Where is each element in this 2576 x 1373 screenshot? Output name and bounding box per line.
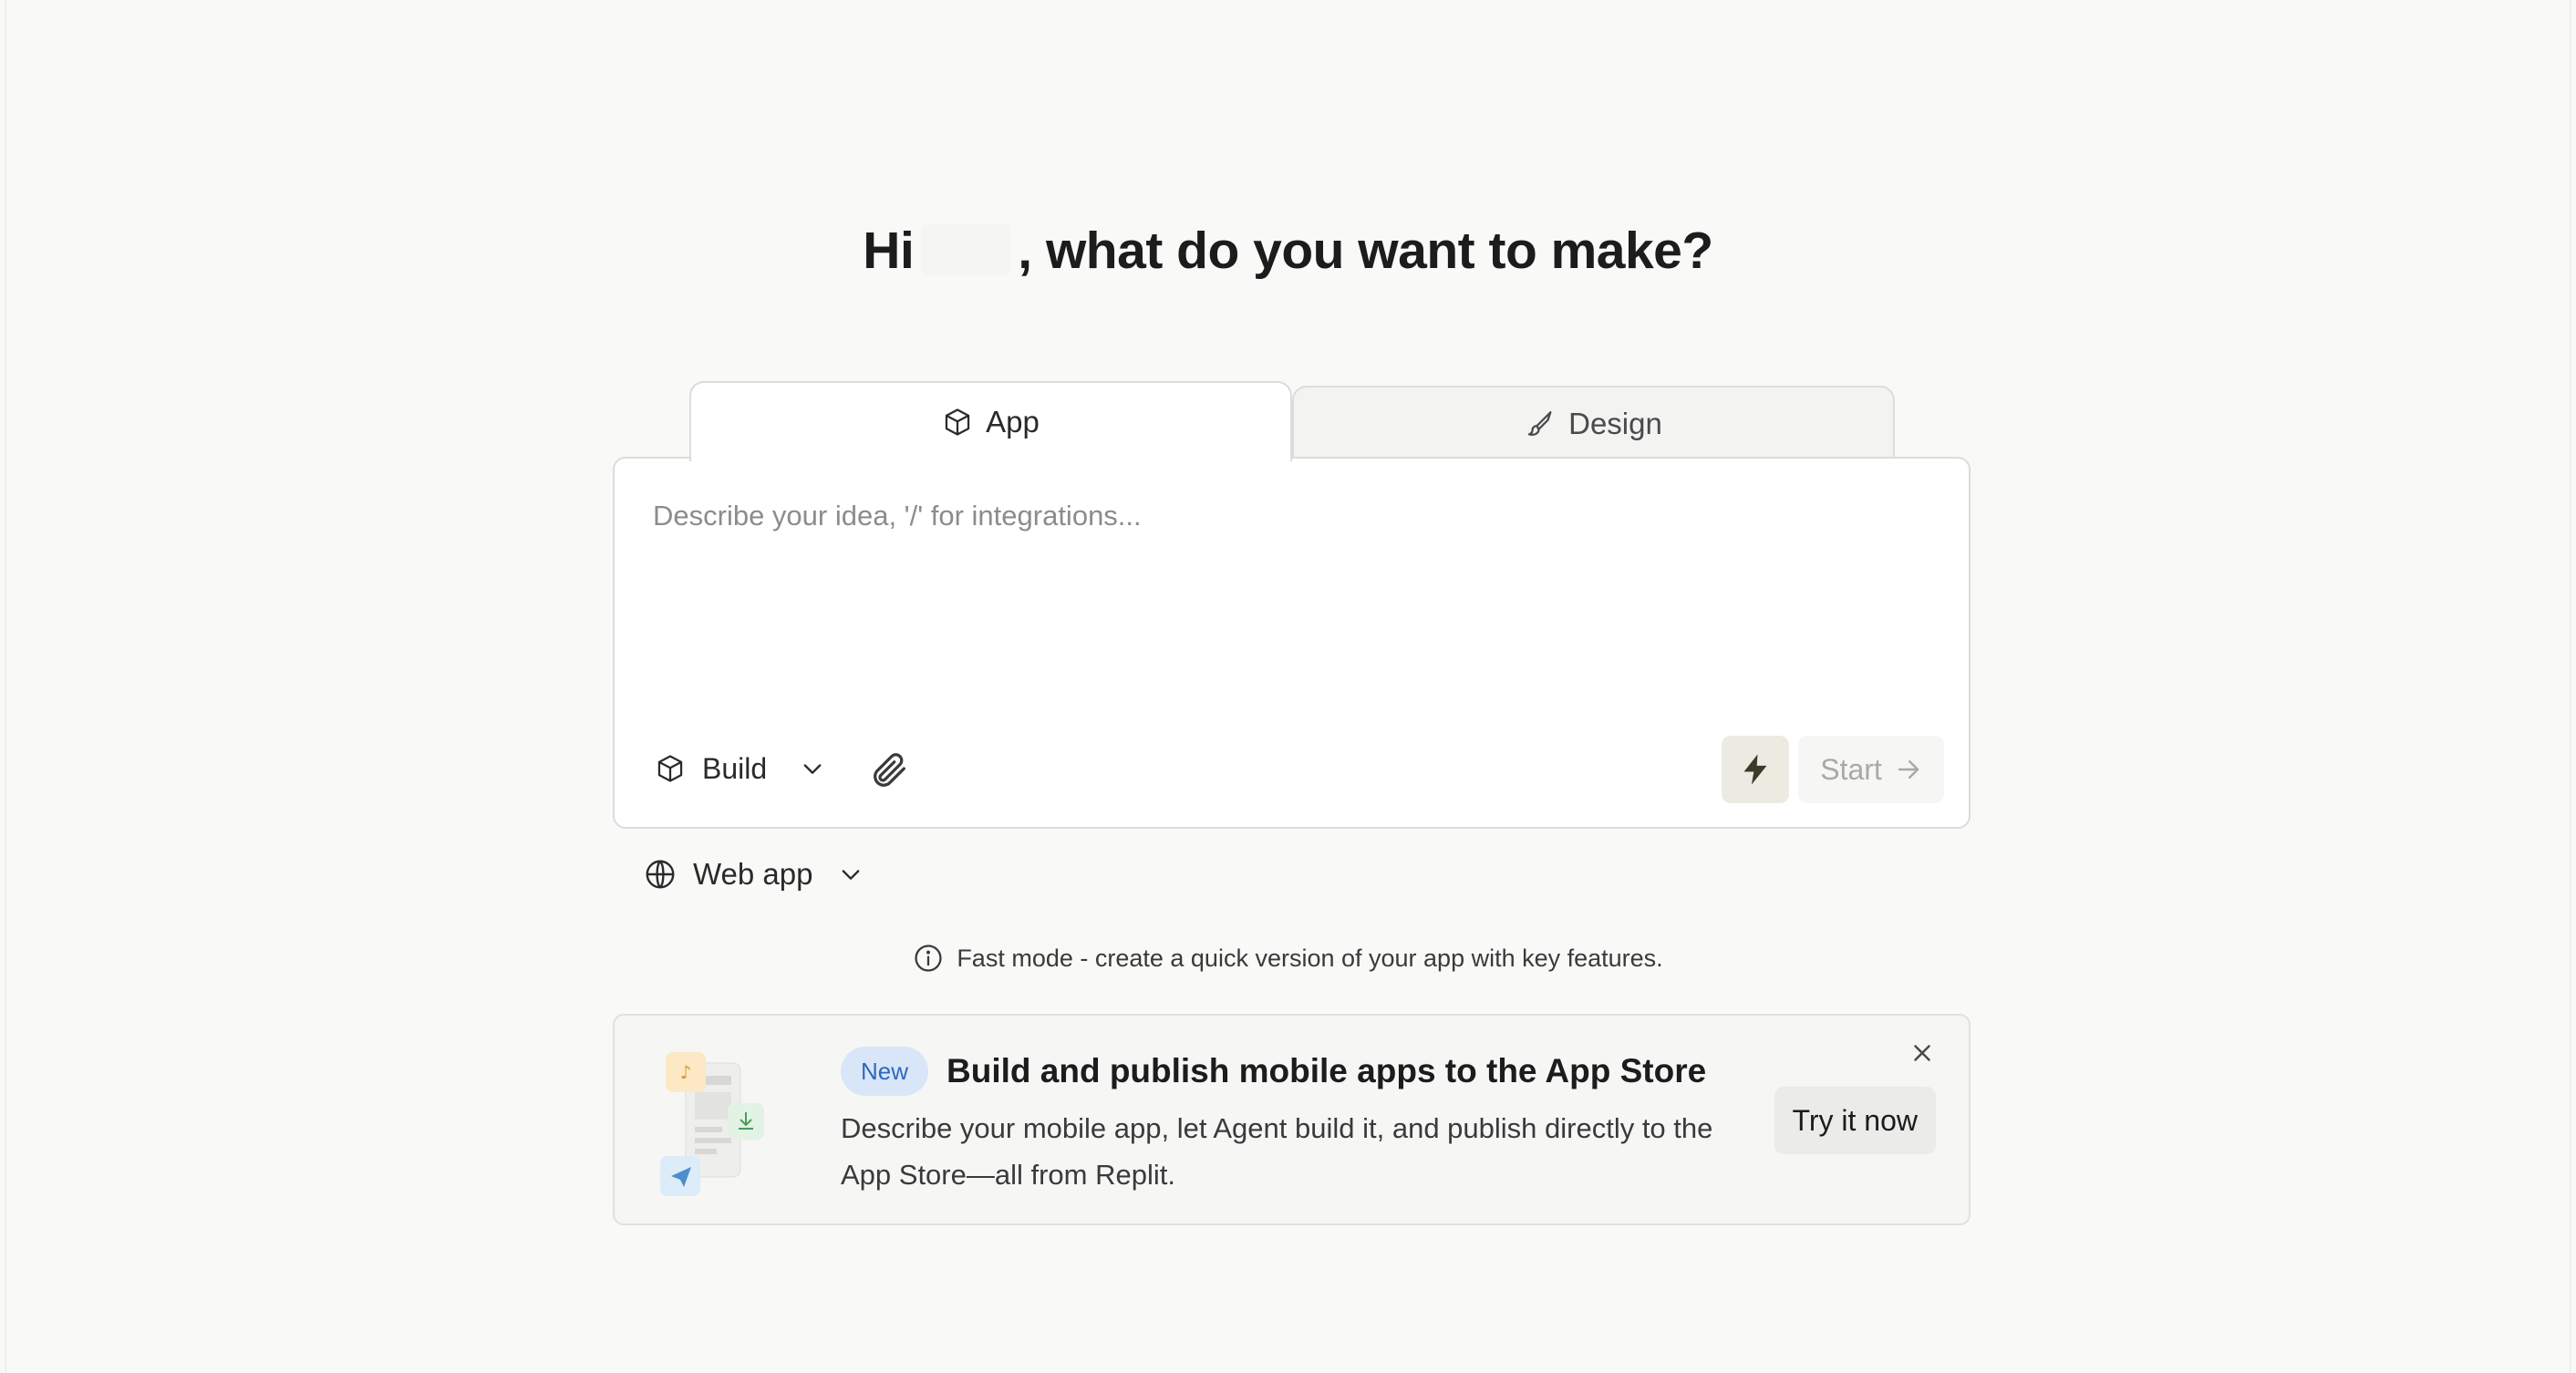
- tab-design[interactable]: Design: [1292, 386, 1895, 459]
- try-it-now-button[interactable]: Try it now: [1774, 1087, 1936, 1154]
- start-button[interactable]: Start: [1798, 736, 1944, 803]
- user-name-redacted: [921, 224, 1011, 275]
- paperclip-icon[interactable]: [868, 748, 910, 790]
- fast-mode-button[interactable]: [1722, 736, 1789, 803]
- arrow-right-icon: [1898, 760, 1919, 779]
- chevron-down-icon: [843, 870, 860, 880]
- chevron-down-icon: [803, 764, 822, 774]
- lightning-icon: [1743, 754, 1767, 785]
- close-icon[interactable]: [1909, 1039, 1936, 1067]
- tab-app[interactable]: App: [689, 381, 1292, 461]
- mobile-app-illustration: ♪: [660, 1052, 764, 1196]
- fast-mode-info: Fast mode - create a quick version of yo…: [0, 943, 2576, 974]
- globe-icon: [646, 860, 675, 889]
- start-label: Start: [1820, 752, 1882, 786]
- page-title: Hi , what do you want to make?: [0, 221, 2576, 281]
- tab-design-label: Design: [1568, 406, 1662, 440]
- build-mode-label: Build: [702, 751, 768, 785]
- prompt-input[interactable]: Describe your idea, '/' for integrations…: [653, 500, 1142, 532]
- greeting-suffix: , what do you want to make?: [1018, 222, 1713, 280]
- mode-tabs: App Design: [689, 381, 1895, 461]
- banner-title: Build and publish mobile apps to the App…: [947, 1052, 1707, 1089]
- greeting-prefix: Hi: [863, 222, 915, 280]
- svg-text:♪: ♪: [680, 1061, 692, 1083]
- cube-icon: [657, 755, 683, 782]
- info-icon: [915, 945, 942, 972]
- platform-label: Web app: [693, 857, 813, 891]
- fast-mode-text: Fast mode - create a quick version of yo…: [957, 944, 1663, 972]
- build-mode-dropdown[interactable]: Build: [655, 741, 825, 796]
- brush-icon: [1527, 410, 1552, 436]
- mobile-apps-banner: ♪ New Build and publish mobile apps to t…: [613, 1014, 1971, 1225]
- cube-icon: [945, 408, 970, 436]
- new-badge: New: [841, 1047, 929, 1096]
- tab-app-label: App: [986, 405, 1040, 439]
- platform-dropdown[interactable]: Web app: [644, 847, 864, 902]
- prompt-composer: Describe your idea, '/' for integrations…: [613, 457, 1971, 829]
- banner-description: Describe your mobile app, let Agent buil…: [841, 1112, 1713, 1191]
